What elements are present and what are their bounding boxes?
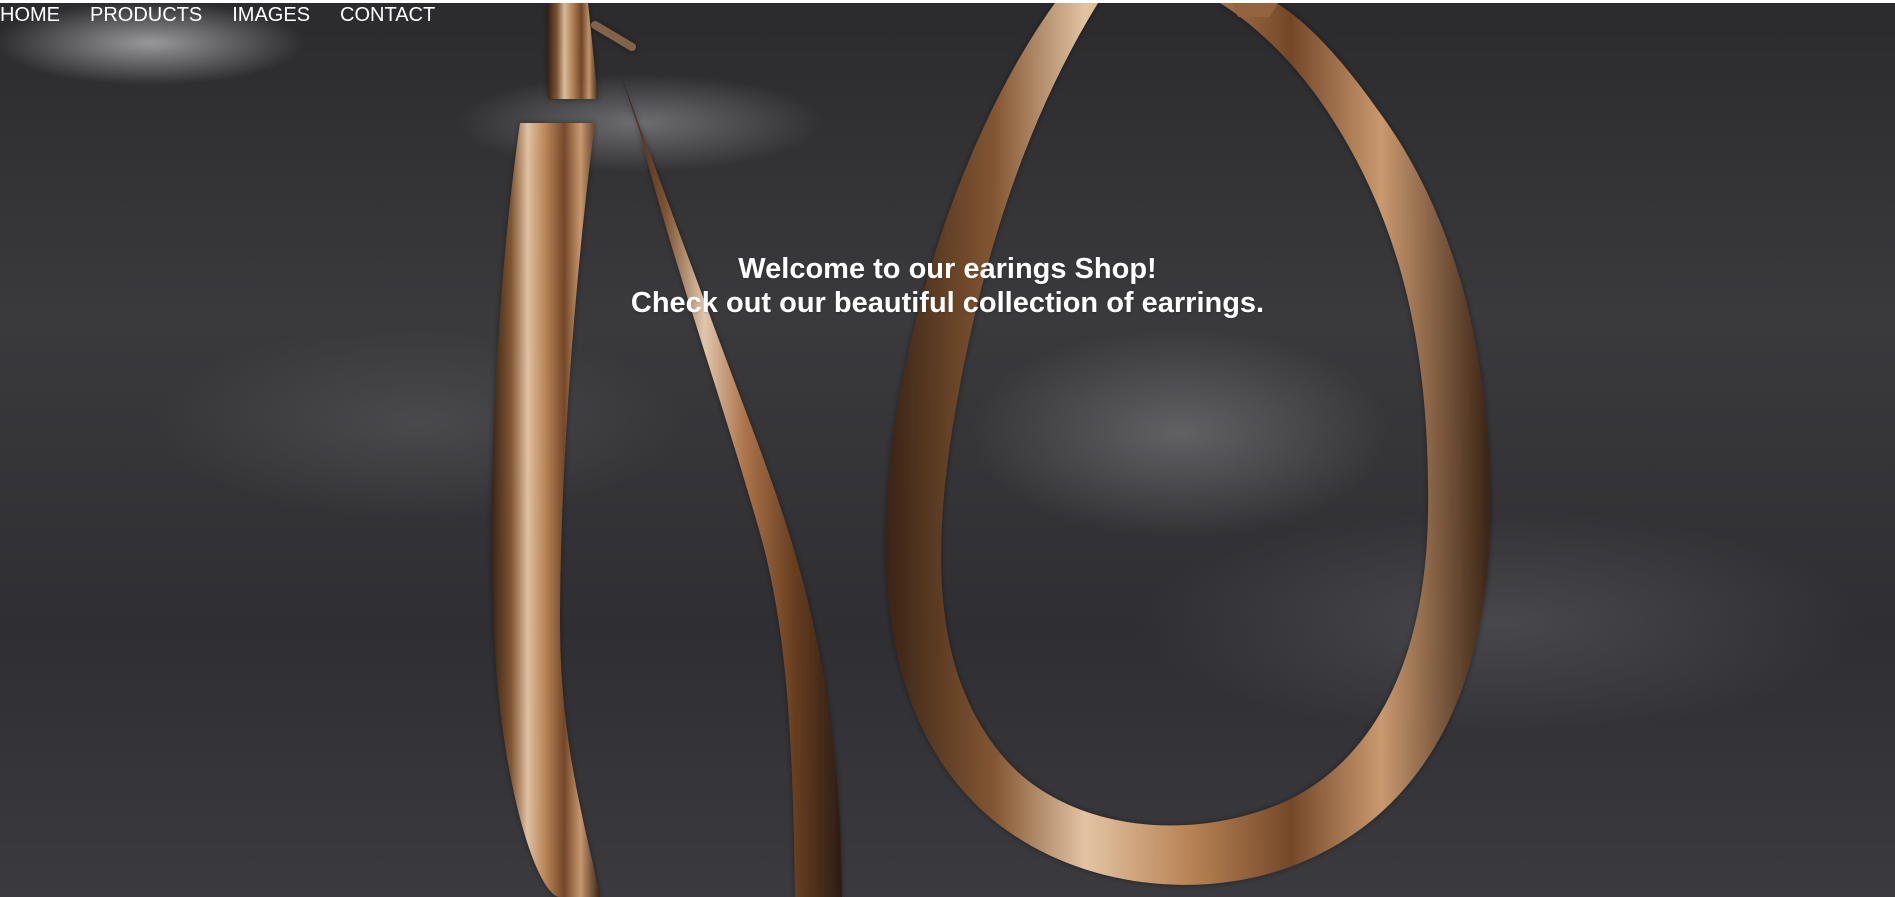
right-earring-loop [885,3,1491,885]
nav-images-link[interactable]: IMAGES [232,3,310,27]
top-navigation: HOME PRODUCTS IMAGES CONTACT [0,3,465,27]
nav-contact-link[interactable]: CONTACT [340,3,435,27]
hero-headline-line2: Check out our beautiful collection of ea… [630,287,1265,319]
hero-headline: Welcome to our earings Shop! Check out o… [0,252,1895,320]
left-earring-back-loop [491,3,842,897]
page: HOME PRODUCTS IMAGES CONTACT Welcome to … [0,0,1895,897]
hero-banner [0,3,1895,897]
nav-products-link[interactable]: PRODUCTS [90,3,202,27]
earrings-hero-image [491,3,1491,897]
hero-headline-line1: Welcome to our earings Shop! [738,253,1157,285]
nav-home-link[interactable]: HOME [0,3,60,27]
